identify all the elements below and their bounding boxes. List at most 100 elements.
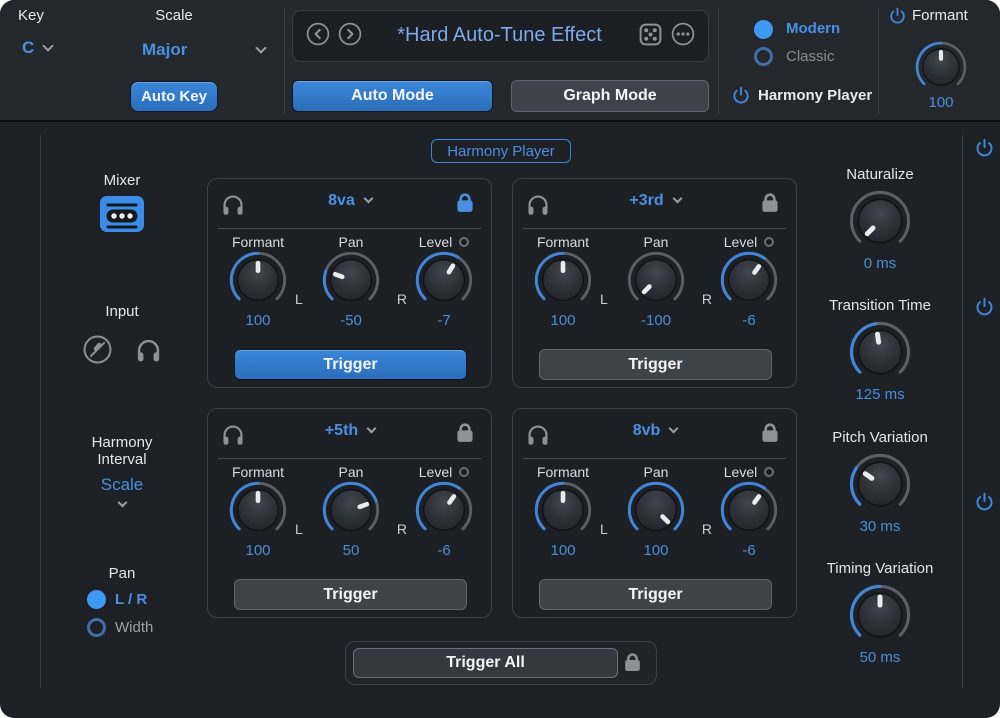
pan-knob-label: Pan (644, 463, 669, 481)
chevron-down-icon (672, 194, 682, 204)
pan-width-radio[interactable] (87, 618, 106, 637)
trigger-button[interactable]: Trigger (234, 579, 467, 610)
pan-knob[interactable] (322, 481, 380, 539)
trigger-button[interactable]: Trigger (539, 349, 772, 380)
transition-time-label: Transition Time (829, 297, 931, 314)
formant-knob-label: Formant (537, 463, 589, 481)
headphones-input-icon[interactable] (134, 336, 163, 365)
formant-knob[interactable] (534, 251, 592, 309)
auto-mode-button[interactable]: Auto Mode (292, 80, 493, 112)
trigger-button[interactable]: Trigger (539, 579, 772, 610)
harmony-player-power-icon[interactable] (731, 85, 751, 105)
pitch-variation-label: Pitch Variation (832, 429, 928, 446)
harmony-interval-label: Harmony (92, 434, 153, 451)
mic-muted-icon[interactable] (82, 334, 113, 365)
headphones-icon[interactable] (220, 192, 246, 218)
auto-key-button[interactable]: Auto Key (130, 81, 218, 112)
lock-icon[interactable] (620, 650, 645, 675)
trigger-all-button[interactable]: Trigger All (353, 648, 618, 678)
level-knob-label: Level (724, 234, 757, 250)
transition-time-knob[interactable] (849, 321, 911, 383)
chevron-down-icon (363, 194, 373, 204)
pan-value: 100 (643, 542, 668, 559)
top-bar: Key C Scale Major Auto Key *Hard Auto-Tu… (0, 0, 1000, 122)
timing-variation-knob[interactable] (849, 584, 911, 646)
lock-icon[interactable] (452, 420, 478, 446)
section-power-icon[interactable] (974, 137, 995, 158)
formant-knob[interactable] (229, 481, 287, 539)
interval-select[interactable]: 8vb (590, 422, 720, 440)
graph-mode-button[interactable]: Graph Mode (511, 80, 709, 112)
pan-left-label: L (600, 291, 608, 307)
pitch-variation-knob[interactable] (849, 453, 911, 515)
modern-radio-label[interactable]: Modern (786, 20, 840, 37)
level-value: -6 (742, 542, 755, 559)
formant-knob[interactable] (229, 251, 287, 309)
level-knob-label: Level (419, 464, 452, 480)
modern-radio[interactable] (754, 20, 773, 39)
formant-value: 100 (550, 542, 575, 559)
divider (878, 8, 879, 114)
headphones-icon[interactable] (220, 422, 246, 448)
pan-knob[interactable] (627, 251, 685, 309)
divider (523, 458, 786, 459)
preset-previous-button[interactable] (305, 21, 331, 47)
lock-icon[interactable] (452, 190, 478, 216)
interval-select[interactable]: +5th (285, 422, 415, 440)
pan-lr-radio[interactable] (87, 590, 106, 609)
lock-icon[interactable] (757, 420, 783, 446)
pan-width-radio-label[interactable]: Width (115, 619, 153, 636)
scale-select[interactable]: Major (142, 40, 265, 60)
voice-panel-8vb: 8vb Formant 100 Pan L R 100 Le (512, 408, 797, 618)
preset-next-button[interactable] (337, 21, 363, 47)
mixer-icon[interactable] (100, 195, 144, 233)
divider (40, 135, 41, 688)
naturalize-knob[interactable] (849, 190, 911, 252)
classic-radio-label[interactable]: Classic (786, 48, 834, 65)
pan-knob[interactable] (627, 481, 685, 539)
level-value: -6 (437, 542, 450, 559)
trigger-button[interactable]: Trigger (234, 349, 467, 380)
pitch-variation-value: 30 ms (860, 518, 901, 535)
section-power-icon[interactable] (974, 296, 995, 317)
chevron-down-icon (669, 424, 679, 434)
key-select[interactable]: C (22, 38, 52, 58)
divider (218, 458, 481, 459)
pan-knob[interactable] (322, 251, 380, 309)
preset-name[interactable]: *Hard Auto-Tune Effect (369, 24, 630, 47)
divider (284, 8, 285, 114)
level-knob[interactable] (415, 251, 473, 309)
formant-knob[interactable] (915, 41, 967, 93)
headphones-icon[interactable] (525, 422, 551, 448)
transition-time-group: Transition Time 125 ms (805, 297, 955, 403)
headphones-icon[interactable] (525, 192, 551, 218)
transition-time-value: 125 ms (855, 386, 904, 403)
level-knob[interactable] (720, 251, 778, 309)
level-knob[interactable] (720, 481, 778, 539)
timing-variation-label: Timing Variation (827, 560, 934, 577)
naturalize-group: Naturalize 0 ms (805, 166, 955, 272)
level-led (764, 467, 774, 477)
interval-select[interactable]: 8va (285, 192, 415, 210)
level-knob[interactable] (415, 481, 473, 539)
more-options-icon[interactable] (670, 21, 696, 47)
classic-radio[interactable] (754, 47, 773, 66)
formant-knob-label: Formant (537, 233, 589, 251)
harmony-interval-select[interactable]: Scale (62, 475, 182, 514)
formant-knob[interactable] (534, 481, 592, 539)
level-led (459, 467, 469, 477)
mixer-label: Mixer (72, 172, 172, 189)
formant-value: 100 (245, 312, 270, 329)
harmony-player-panel: Harmony Player Mixer Input Harmony Inter… (0, 124, 1000, 718)
lock-icon[interactable] (757, 190, 783, 216)
interval-select[interactable]: +3rd (590, 192, 720, 210)
naturalize-label: Naturalize (846, 166, 914, 183)
section-power-icon[interactable] (974, 491, 995, 512)
dice-randomize-icon[interactable] (637, 21, 664, 48)
pan-value: -50 (340, 312, 362, 329)
divider (218, 228, 481, 229)
level-value: -7 (437, 312, 450, 329)
formant-power-icon[interactable] (888, 6, 907, 25)
pitch-variation-group: Pitch Variation 30 ms (805, 429, 955, 535)
pan-lr-radio-label[interactable]: L / R (115, 591, 147, 608)
